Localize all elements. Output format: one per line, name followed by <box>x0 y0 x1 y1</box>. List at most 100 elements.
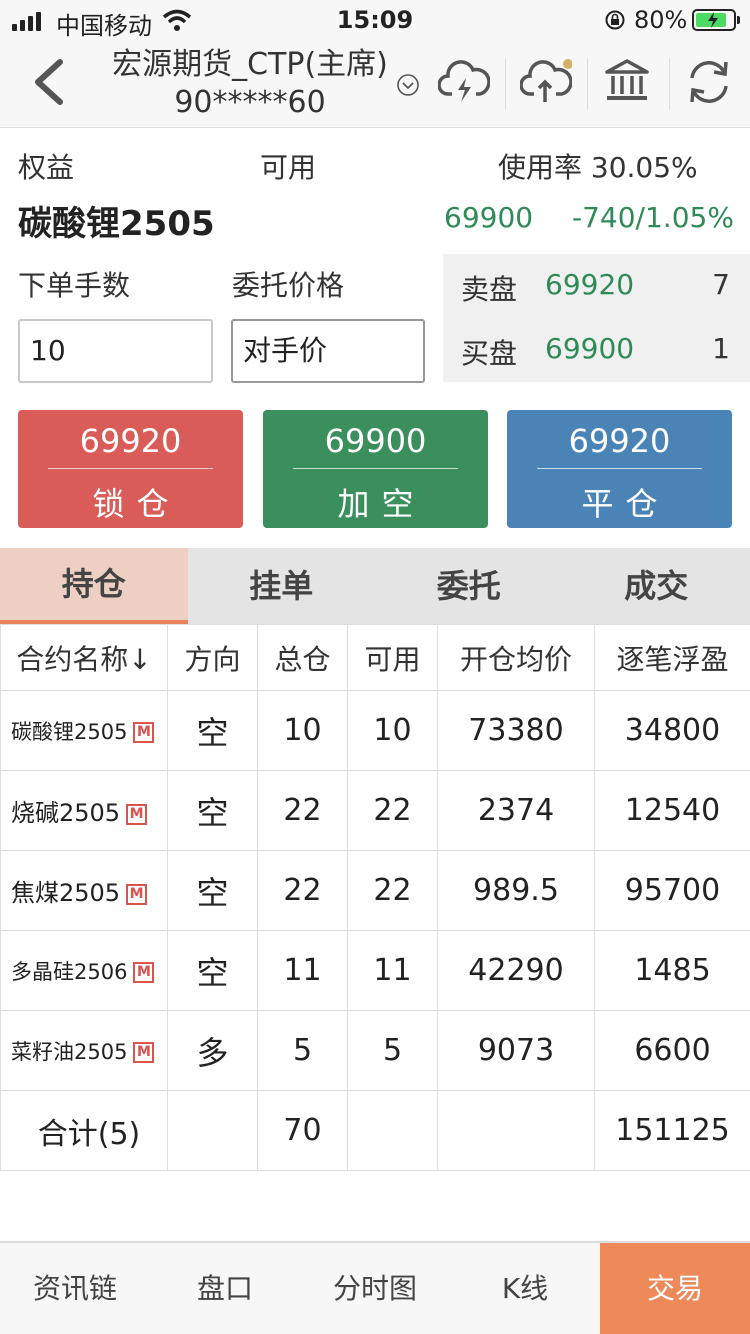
dropdown-icon[interactable] <box>396 73 420 97</box>
contract-name: 烧碱2505 <box>11 799 121 827</box>
col-name-header[interactable]: 合约名称↓ <box>0 624 168 691</box>
total-label: 合计(5) <box>0 1090 168 1171</box>
close-label: 平仓 <box>581 485 670 523</box>
tab-bar: 持仓 挂单 委托 成交 <box>0 548 750 624</box>
total-cell: 22 <box>257 770 348 851</box>
table-row[interactable]: 焦煤2505 M 空 22 22 989.5 95700 <box>0 850 750 931</box>
total-cell: 11 <box>257 930 348 1011</box>
positions-table: 合约名称↓ 方向 总仓 可用 开仓均价 逐笔浮盈 碳酸锂2505 M 空 10 1… <box>0 624 750 1171</box>
available-cell: 5 <box>347 1010 438 1091</box>
market-badge-icon: M <box>126 883 148 905</box>
nav-intraday[interactable]: 分时图 <box>300 1243 450 1334</box>
available-cell: 22 <box>347 850 438 931</box>
broker-name: 宏源期货_CTP(主席) <box>112 47 388 82</box>
order-book: 卖盘 69920 7 买盘 69900 1 <box>443 254 750 382</box>
empty-cell <box>347 1090 438 1171</box>
pl-cell: 6600 <box>594 1010 750 1091</box>
qty-label: 下单手数 <box>18 269 131 302</box>
back-icon[interactable] <box>28 56 68 108</box>
table-row[interactable]: 烧碱2505 M 空 22 22 2374 12540 <box>0 770 750 851</box>
qty-input[interactable]: 10 <box>18 319 213 383</box>
total-cell: 5 <box>257 1010 348 1091</box>
table-row[interactable]: 碳酸锂2505 M 空 10 10 73380 34800 <box>0 690 750 771</box>
table-row[interactable]: 多晶硅2506 M 空 11 11 42290 1485 <box>0 930 750 1011</box>
available-label: 可用 <box>260 151 317 184</box>
ask-price: 69920 <box>545 268 635 301</box>
refresh-icon[interactable] <box>686 54 732 110</box>
ask-row: 卖盘 69920 7 <box>443 254 750 318</box>
pl-cell: 34800 <box>594 690 750 771</box>
col-direction-header: 方向 <box>167 624 258 691</box>
col-pl-header: 逐笔浮盈 <box>594 624 750 691</box>
total-row: 合计(5) 70 151125 <box>0 1090 750 1171</box>
battery-icon <box>692 9 740 31</box>
avg-price-cell: 2374 <box>437 770 595 851</box>
tab-trades[interactable]: 成交 <box>563 548 750 624</box>
nav-kline[interactable]: K线 <box>450 1243 600 1334</box>
pl-cell: 95700 <box>594 850 750 931</box>
avg-price-cell: 73380 <box>437 690 595 771</box>
nav-bar: 宏源期货_CTP(主席) 90*****60 <box>0 40 750 128</box>
table-row[interactable]: 菜籽油2505 M 多 5 5 9073 6600 <box>0 1010 750 1091</box>
total-positions: 70 <box>257 1090 348 1171</box>
instrument-name[interactable]: 碳酸锂2505 <box>18 196 215 245</box>
contract-name: 菜籽油2505 <box>11 1039 128 1064</box>
avg-price-cell: 989.5 <box>437 850 595 931</box>
tab-orders[interactable]: 委托 <box>375 548 563 624</box>
total-cell: 22 <box>257 850 348 931</box>
bid-label: 买盘 <box>461 337 518 370</box>
contract-cell: 菜籽油2505 M <box>0 1010 168 1091</box>
available-cell: 11 <box>347 930 438 1011</box>
direction-cell: 空 <box>167 690 258 771</box>
bid-volume: 1 <box>712 332 730 365</box>
equity-label: 权益 <box>18 151 75 184</box>
ask-volume: 7 <box>712 268 730 301</box>
ask-label: 卖盘 <box>461 273 518 306</box>
contract-name: 焦煤2505 <box>11 879 121 907</box>
contract-cell: 烧碱2505 M <box>0 770 168 851</box>
empty-cell <box>437 1090 595 1171</box>
price-change: -740/1.05% <box>572 201 734 234</box>
nav-news[interactable]: 资讯链 <box>0 1243 150 1334</box>
total-pl: 151125 <box>594 1090 750 1171</box>
cloud-lightning-icon[interactable] <box>438 54 490 110</box>
bank-icon[interactable] <box>604 54 650 110</box>
nav-trade[interactable]: 交易 <box>600 1243 750 1334</box>
bottom-nav: 资讯链 盘口 分时图 K线 交易 <box>0 1241 750 1334</box>
close-position-button[interactable]: 69920 平仓 <box>507 410 732 528</box>
contract-cell: 焦煤2505 M <box>0 850 168 931</box>
direction-cell: 空 <box>167 770 258 851</box>
bid-price: 69900 <box>545 332 635 365</box>
lock-position-button[interactable]: 69920 锁仓 <box>18 410 243 528</box>
account-title[interactable]: 宏源期货_CTP(主席) 90*****60 <box>100 46 400 122</box>
price-type-input[interactable]: 对手价 <box>231 319 425 383</box>
contract-name: 多晶硅2506 <box>11 959 128 984</box>
table-header: 合约名称↓ 方向 总仓 可用 开仓均价 逐笔浮盈 <box>0 624 750 691</box>
col-available-header: 可用 <box>347 624 438 691</box>
usage-rate: 使用率 30.05% <box>498 151 698 184</box>
nav-orderbook[interactable]: 盘口 <box>150 1243 300 1334</box>
pl-cell: 1485 <box>594 930 750 1011</box>
divider <box>669 58 670 110</box>
divider <box>505 58 506 110</box>
tab-positions[interactable]: 持仓 <box>0 548 188 624</box>
add-short-button[interactable]: 69900 加空 <box>263 410 488 528</box>
add-short-label: 加空 <box>337 485 426 523</box>
available-cell: 10 <box>347 690 438 771</box>
last-price: 69900 <box>444 201 534 234</box>
contract-name: 碳酸锂2505 <box>11 719 128 744</box>
bid-row: 买盘 69900 1 <box>443 318 750 382</box>
tab-pending[interactable]: 挂单 <box>188 548 376 624</box>
total-cell: 10 <box>257 690 348 771</box>
cloud-upload-icon[interactable] <box>520 54 572 110</box>
pl-cell: 12540 <box>594 770 750 851</box>
col-avg-price-header: 开仓均价 <box>437 624 595 691</box>
status-bar: 中国移动 15:09 80% <box>0 0 750 40</box>
market-badge-icon: M <box>133 962 155 983</box>
contract-cell: 碳酸锂2505 M <box>0 690 168 771</box>
notification-dot <box>563 59 572 69</box>
contract-cell: 多晶硅2506 M <box>0 930 168 1011</box>
direction-cell: 空 <box>167 930 258 1011</box>
market-badge-icon: M <box>126 803 148 825</box>
direction-cell: 空 <box>167 850 258 931</box>
